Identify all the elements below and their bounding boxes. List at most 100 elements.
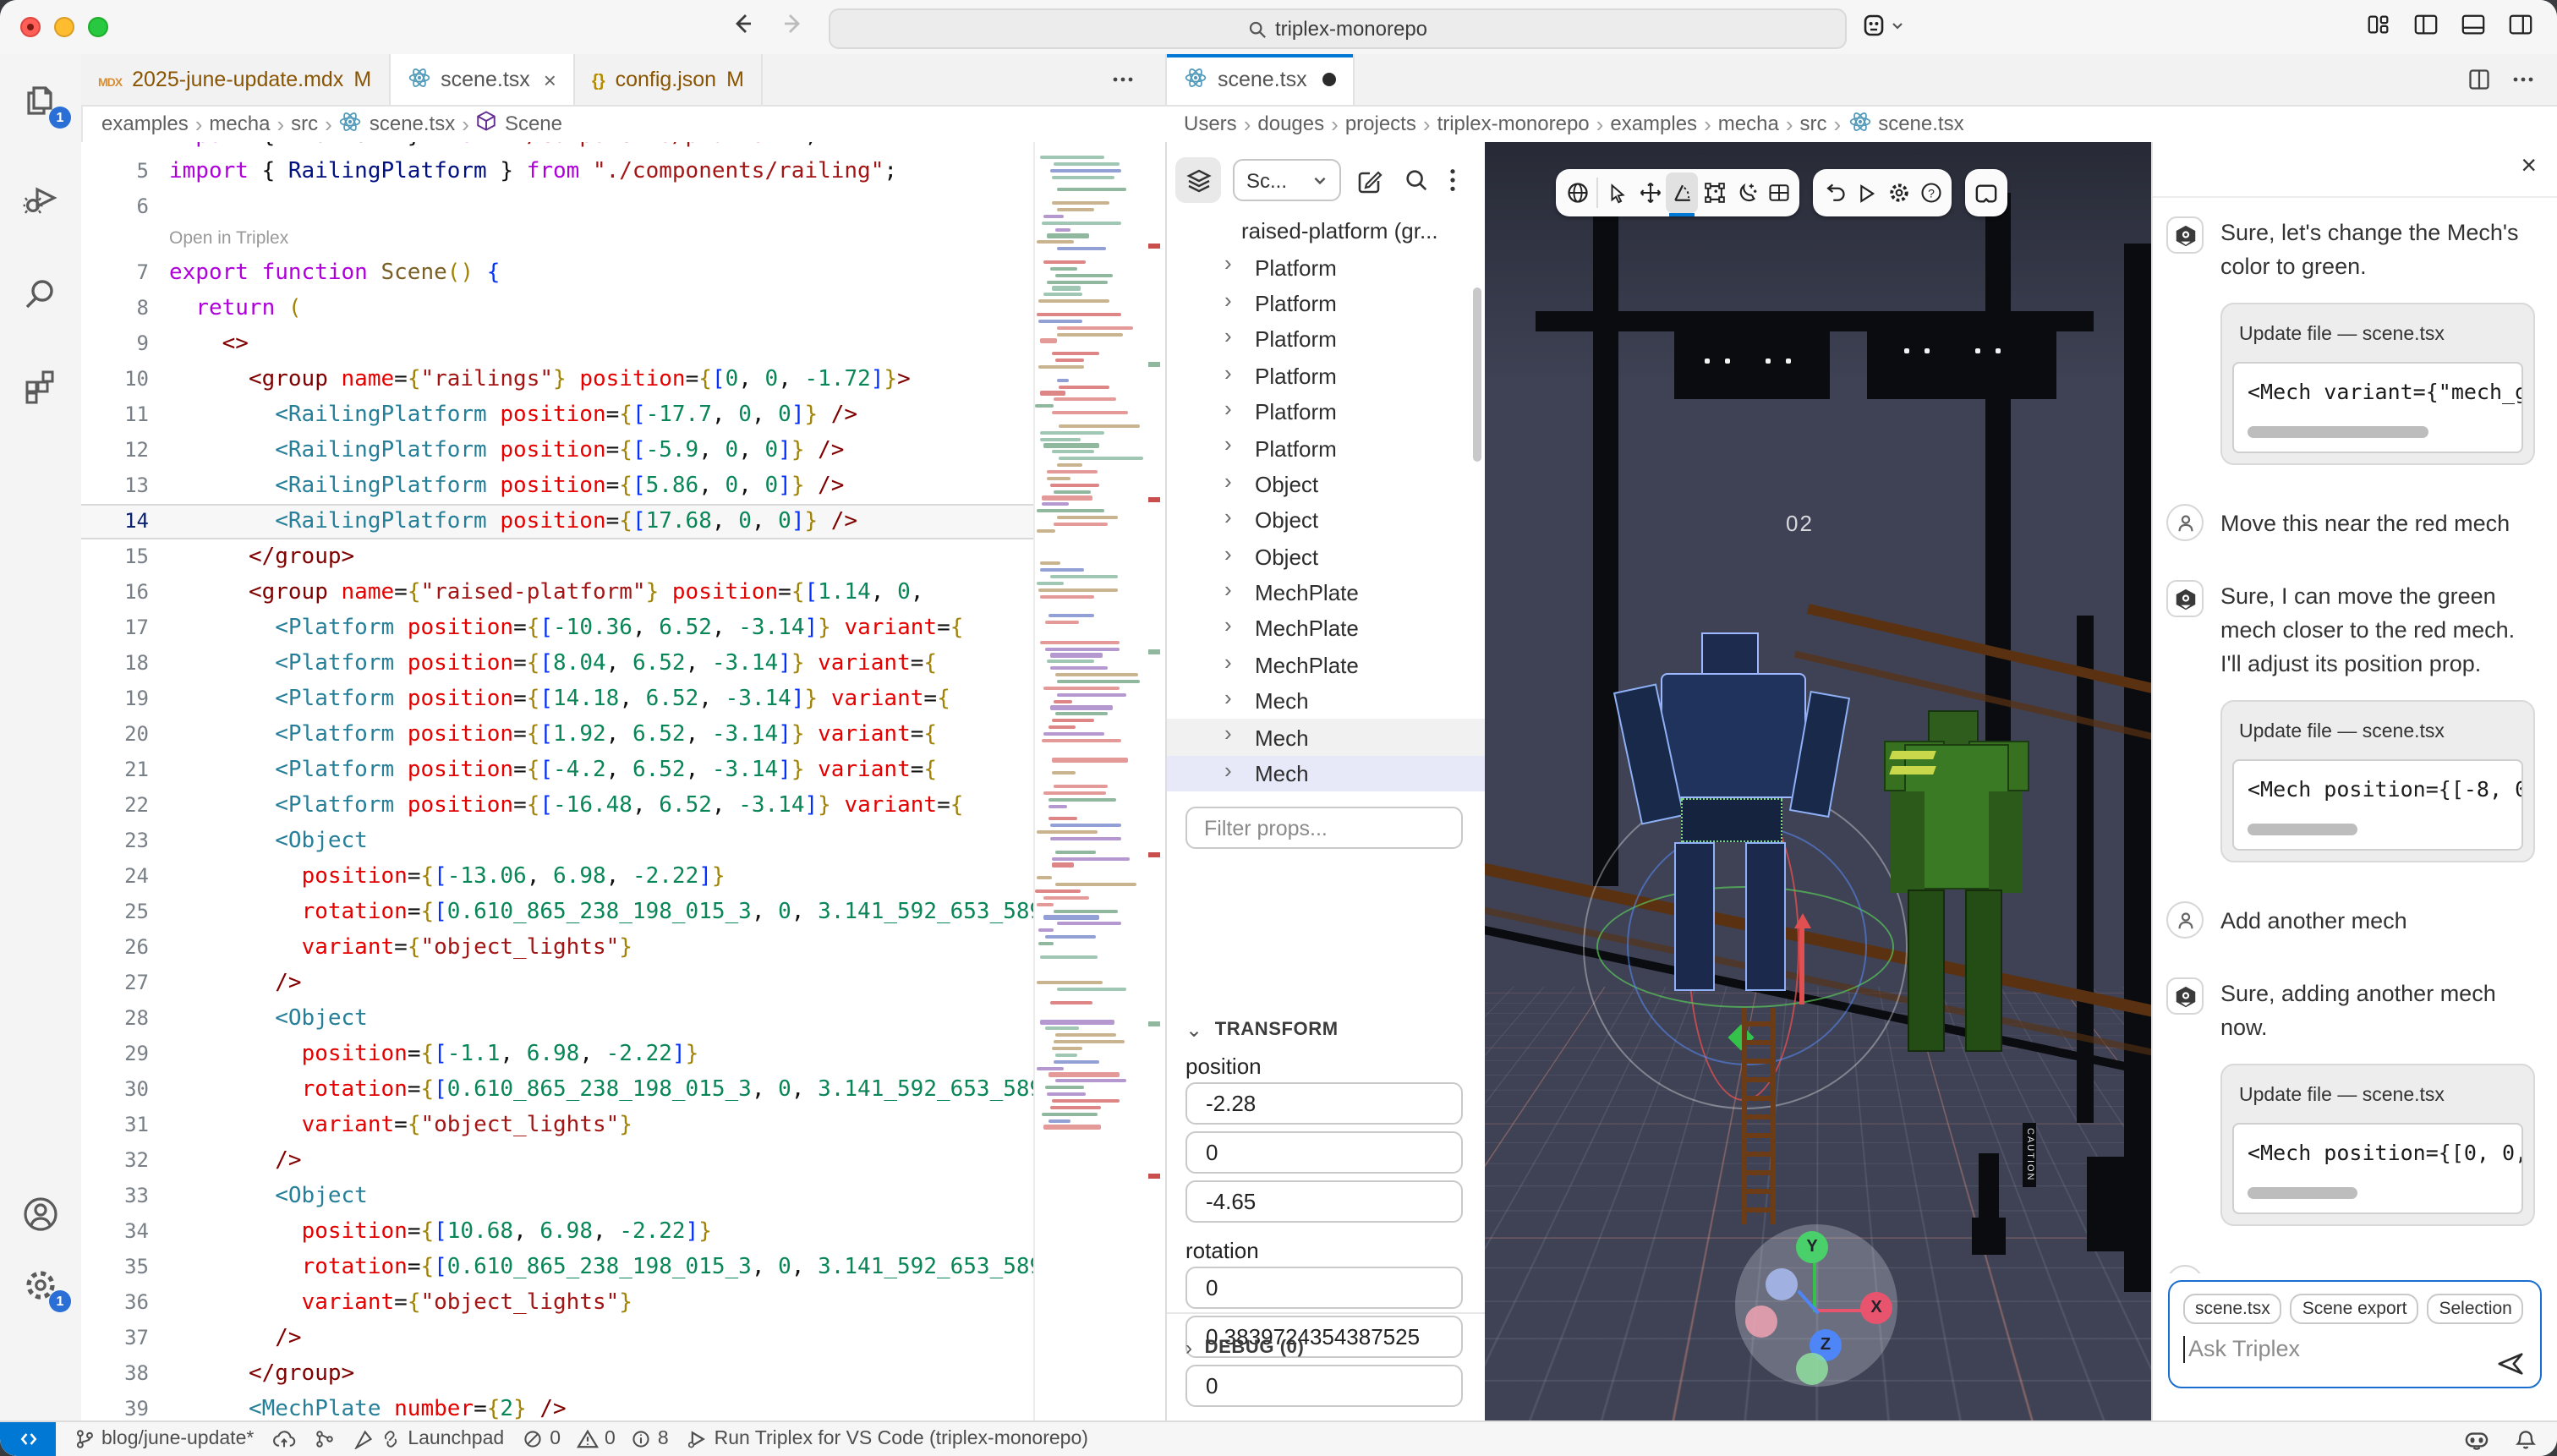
context-chip-scene-export[interactable]: Scene export bbox=[2290, 1294, 2419, 1324]
tree-item-platform[interactable]: › Platform bbox=[1167, 249, 1485, 286]
play-icon[interactable] bbox=[1850, 172, 1882, 213]
axis-orientation-gizmo[interactable]: Y X Z bbox=[1735, 1224, 1897, 1387]
globe-icon[interactable] bbox=[1561, 172, 1593, 213]
launchpad-status[interactable]: Launchpad bbox=[353, 1429, 504, 1449]
code-line-25[interactable]: 25 rotation={[0.610_865_238_198_015_3, 0… bbox=[81, 895, 1035, 930]
tab-scene.tsx[interactable]: scene.tsx × bbox=[390, 54, 575, 105]
code-line-37[interactable]: 37 /> bbox=[81, 1321, 1035, 1356]
tree-item-object[interactable]: › Object bbox=[1167, 539, 1485, 575]
rotation-z-input[interactable]: 0 bbox=[1185, 1365, 1463, 1407]
breadcrumb-item[interactable]: examples bbox=[101, 112, 189, 135]
axis-neg-z[interactable] bbox=[1766, 1268, 1798, 1300]
code-line-33[interactable]: 33 <Object bbox=[81, 1179, 1035, 1214]
tree-item-mechplate[interactable]: › MechPlate bbox=[1167, 575, 1485, 611]
position-y-input[interactable]: 0 bbox=[1185, 1131, 1463, 1174]
split-editor-icon[interactable] bbox=[2467, 54, 2491, 105]
send-icon[interactable] bbox=[2496, 1349, 2525, 1378]
breadcrumb-item[interactable]: Users bbox=[1184, 112, 1237, 135]
frame-icon[interactable] bbox=[1970, 172, 2002, 213]
undo-icon[interactable] bbox=[1818, 172, 1850, 213]
chevron-right-icon[interactable]: › bbox=[1224, 251, 1232, 276]
zoom-window-button[interactable] bbox=[88, 17, 108, 37]
chat-input[interactable]: scene.tsx Scene export Selection Ask Tripl… bbox=[2168, 1280, 2542, 1388]
sidebar-left-icon[interactable] bbox=[2413, 12, 2439, 37]
rotate-icon[interactable] bbox=[1666, 172, 1698, 216]
chevron-right-icon[interactable]: › bbox=[1224, 359, 1232, 385]
code-line-16[interactable]: 16 <group name={"raised-platform"} posit… bbox=[81, 575, 1035, 610]
breadcrumb-item[interactable]: src bbox=[1800, 112, 1827, 135]
chevron-right-icon[interactable]: › bbox=[1224, 685, 1232, 710]
layout-customize-icon[interactable] bbox=[2366, 12, 2391, 37]
3d-viewport[interactable]: 02 CAUTION Y X Z ? bbox=[1485, 142, 2151, 1422]
tab-right-scene.tsx[interactable]: scene.tsx bbox=[1167, 54, 1355, 105]
rotation-x-input[interactable]: 0 bbox=[1185, 1267, 1463, 1309]
search-sidebar-icon[interactable] bbox=[20, 274, 61, 315]
code-line-15[interactable]: 15 </group> bbox=[81, 539, 1035, 575]
code-line-32[interactable]: 32 /> bbox=[81, 1143, 1035, 1179]
code-line-19[interactable]: 19 <Platform position={[14.18, 6.52, -3.… bbox=[81, 681, 1035, 717]
breadcrumb[interactable]: examples › mecha › src › scene.tsx › Scene bbox=[101, 105, 562, 142]
update-file-card[interactable]: Update file — scene.tsx <Mech position={[… bbox=[2220, 1064, 2535, 1226]
chevron-right-icon[interactable]: › bbox=[1224, 649, 1232, 674]
command-center-search[interactable]: triplex-monorepo bbox=[829, 8, 1847, 49]
run-triplex-status[interactable]: Run Triplex for VS Code (triplex-monorep… bbox=[687, 1429, 1088, 1449]
select-icon[interactable] bbox=[1602, 172, 1634, 213]
breadcrumb-right[interactable]: Users › douges › projects › triplex-monorepo › e… bbox=[1184, 105, 1964, 142]
tree-item-platform[interactable]: › Platform bbox=[1167, 358, 1485, 394]
code-line-20[interactable]: 20 <Platform position={[1.92, 6.52, -3.1… bbox=[81, 717, 1035, 753]
code-line-34[interactable]: 34 position={[10.68, 6.98, -2.22]} bbox=[81, 1214, 1035, 1250]
chevron-right-icon[interactable]: › bbox=[1224, 721, 1232, 747]
code-line-28[interactable]: 28 <Object bbox=[81, 1001, 1035, 1037]
dirty-indicator[interactable] bbox=[1322, 73, 1336, 86]
code-line-6[interactable]: 6 bbox=[81, 189, 1035, 225]
context-chip-selection[interactable]: Selection bbox=[2427, 1294, 2524, 1324]
code-line-7[interactable]: 7 export function Scene() { bbox=[81, 255, 1035, 291]
kebab-icon[interactable] bbox=[1449, 167, 1456, 193]
tree-item-platform[interactable]: › Platform bbox=[1167, 321, 1485, 358]
tab-config.json[interactable]: {} config.json M bbox=[574, 54, 763, 105]
code-line-14[interactable]: 14 <RailingPlatform position={[17.68, 0,… bbox=[81, 504, 1035, 539]
tab-2025-june-update.mdx[interactable]: MDX 2025-june-update.mdx M bbox=[81, 54, 391, 105]
code-line-22[interactable]: 22 <Platform position={[-16.48, 6.52, -3… bbox=[81, 788, 1035, 824]
breadcrumb-item[interactable]: mecha bbox=[1718, 112, 1779, 135]
axis-y[interactable]: Y bbox=[1796, 1231, 1828, 1263]
editor-more-actions[interactable] bbox=[1111, 54, 1135, 105]
chevron-right-icon[interactable]: › bbox=[1224, 287, 1232, 313]
move-icon[interactable] bbox=[1634, 172, 1666, 213]
code-line-38[interactable]: 38 </group> bbox=[81, 1356, 1035, 1392]
minimap[interactable] bbox=[1035, 142, 1143, 1422]
tree-item-platform[interactable]: › Platform bbox=[1167, 286, 1485, 322]
run-debug-icon[interactable] bbox=[20, 179, 61, 220]
remote-icon[interactable] bbox=[0, 1422, 56, 1456]
position-z-input[interactable]: -4.65 bbox=[1185, 1180, 1463, 1223]
code-line-17[interactable]: 17 <Platform position={[-10.36, 6.52, -3… bbox=[81, 610, 1035, 646]
tree-item-raised-platform-gr-[interactable]: raised-platform (gr... bbox=[1167, 213, 1485, 249]
scale-icon[interactable] bbox=[1698, 172, 1730, 213]
code-line-27[interactable]: 27 /> bbox=[81, 966, 1035, 1001]
close-window-button[interactable] bbox=[20, 17, 41, 37]
transform-section-header[interactable]: ⌄ TRANSFORM bbox=[1185, 1018, 1339, 1042]
graph-status[interactable] bbox=[315, 1429, 335, 1449]
code-line-4[interactable]: import { Platform } from "./components/p… bbox=[81, 142, 1035, 154]
gear-icon[interactable]: 1 bbox=[20, 1265, 71, 1312]
chevron-right-icon[interactable]: › bbox=[1224, 577, 1232, 602]
code-line-26[interactable]: 26 variant={"object_lights"} bbox=[81, 930, 1035, 966]
code-line-18[interactable]: 18 <Platform position={[8.04, 6.52, -3.1… bbox=[81, 646, 1035, 681]
code-line-23[interactable]: 23 <Object bbox=[81, 824, 1035, 859]
account-icon[interactable] bbox=[20, 1194, 61, 1234]
code-line-8[interactable]: 8 return ( bbox=[81, 291, 1035, 326]
code-line-31[interactable]: 31 variant={"object_lights"} bbox=[81, 1108, 1035, 1143]
codelens-open-in-triplex[interactable]: Open in Triplex bbox=[81, 225, 1035, 255]
code-line-24[interactable]: 24 position={[-13.06, 6.98, -2.22]} bbox=[81, 859, 1035, 895]
edit-icon[interactable] bbox=[1356, 167, 1383, 194]
filter-props-input[interactable]: Filter props... bbox=[1185, 807, 1463, 849]
grid-icon[interactable] bbox=[1762, 172, 1794, 213]
layers-icon[interactable] bbox=[1175, 157, 1221, 203]
breadcrumb-item[interactable]: douges bbox=[1257, 112, 1324, 135]
night-icon[interactable] bbox=[1730, 172, 1762, 213]
bell-icon[interactable] bbox=[2515, 1428, 2537, 1450]
chevron-right-icon[interactable]: › bbox=[1224, 432, 1232, 457]
code-line-13[interactable]: 13 <RailingPlatform position={[5.86, 0, … bbox=[81, 468, 1035, 504]
code-line-10[interactable]: 10 <group name={"railings"} position={[0… bbox=[81, 362, 1035, 397]
tree-item-object[interactable]: › Object bbox=[1167, 502, 1485, 539]
